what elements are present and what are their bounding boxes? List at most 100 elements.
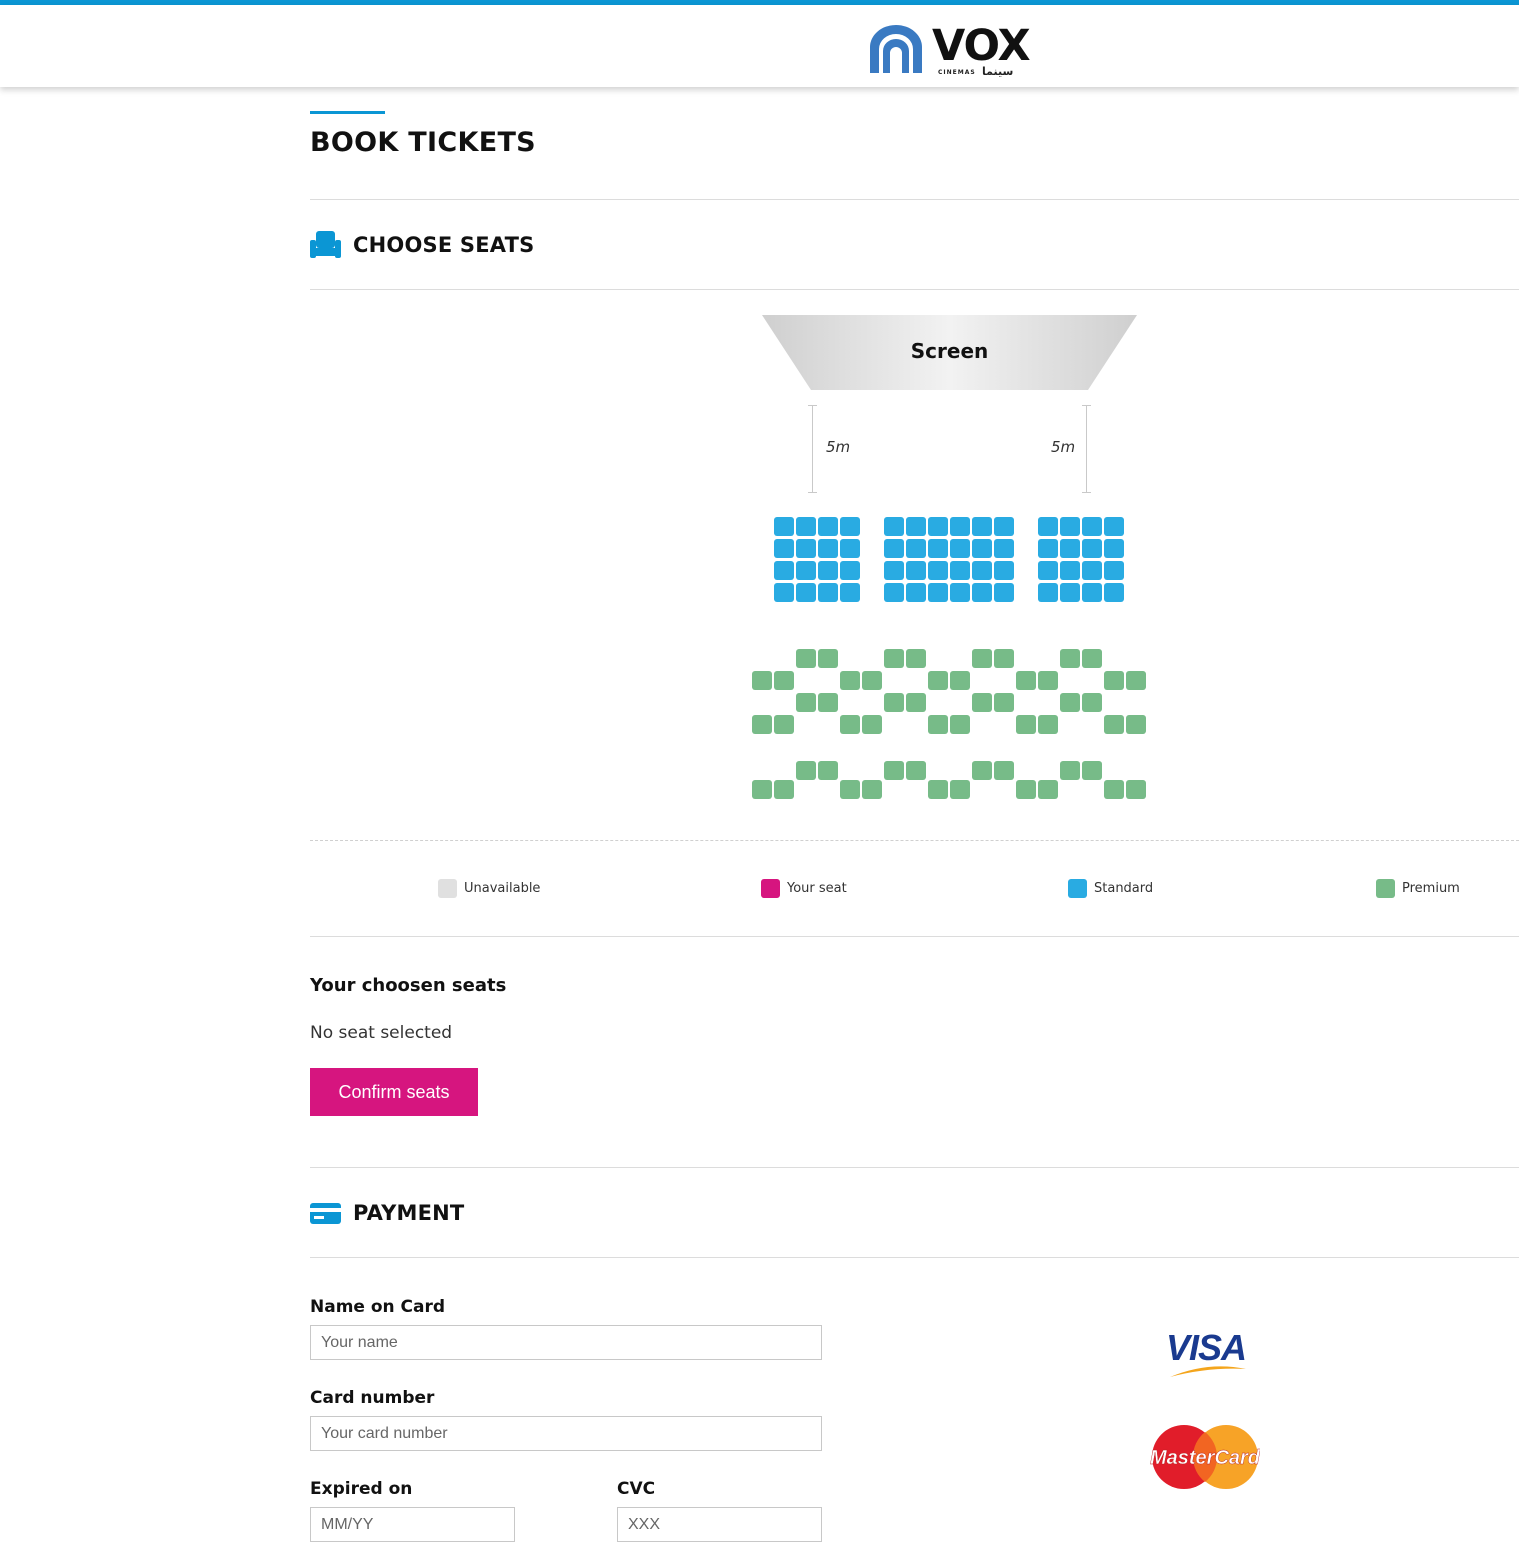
standard-seat[interactable] — [840, 583, 860, 602]
premium-seat[interactable] — [840, 780, 860, 799]
standard-seat[interactable] — [1104, 561, 1124, 580]
standard-seat[interactable] — [840, 539, 860, 558]
standard-seat[interactable] — [774, 517, 794, 536]
standard-seat[interactable] — [950, 517, 970, 536]
premium-seat[interactable] — [862, 780, 882, 799]
standard-seat[interactable] — [906, 539, 926, 558]
standard-seat[interactable] — [906, 583, 926, 602]
vox-logo[interactable]: VOX CINEMAS سينما — [868, 21, 1033, 83]
premium-seat[interactable] — [884, 649, 904, 668]
premium-seat[interactable] — [950, 715, 970, 734]
premium-seat[interactable] — [1104, 671, 1124, 690]
standard-seat[interactable] — [1038, 561, 1058, 580]
cvc-input[interactable] — [617, 1507, 822, 1542]
premium-seat[interactable] — [1082, 693, 1102, 712]
premium-seat[interactable] — [752, 671, 772, 690]
premium-seat[interactable] — [928, 671, 948, 690]
standard-seat[interactable] — [1082, 517, 1102, 536]
standard-seat[interactable] — [774, 561, 794, 580]
standard-seat[interactable] — [774, 583, 794, 602]
standard-seat[interactable] — [1038, 539, 1058, 558]
premium-seat[interactable] — [972, 693, 992, 712]
standard-seat[interactable] — [994, 561, 1014, 580]
premium-seat[interactable] — [774, 671, 794, 690]
standard-seat[interactable] — [796, 539, 816, 558]
premium-seat[interactable] — [1016, 671, 1036, 690]
premium-seat[interactable] — [928, 780, 948, 799]
premium-seat[interactable] — [862, 715, 882, 734]
premium-seat[interactable] — [1126, 715, 1146, 734]
standard-seat[interactable] — [906, 517, 926, 536]
premium-seat[interactable] — [1016, 715, 1036, 734]
premium-seat[interactable] — [1038, 715, 1058, 734]
card-number-input[interactable] — [310, 1416, 822, 1451]
standard-seat[interactable] — [1082, 561, 1102, 580]
standard-seat[interactable] — [972, 517, 992, 536]
confirm-seats-button[interactable]: Confirm seats — [310, 1068, 478, 1116]
premium-seat[interactable] — [840, 671, 860, 690]
premium-seat[interactable] — [994, 649, 1014, 668]
premium-seat[interactable] — [906, 693, 926, 712]
standard-seat[interactable] — [1082, 539, 1102, 558]
standard-seat[interactable] — [994, 583, 1014, 602]
standard-seat[interactable] — [774, 539, 794, 558]
standard-seat[interactable] — [1060, 539, 1080, 558]
standard-seat[interactable] — [972, 539, 992, 558]
premium-seat[interactable] — [774, 780, 794, 799]
standard-seat[interactable] — [928, 517, 948, 536]
premium-seat[interactable] — [1016, 780, 1036, 799]
premium-seat[interactable] — [818, 693, 838, 712]
premium-seat[interactable] — [906, 761, 926, 780]
premium-seat[interactable] — [884, 693, 904, 712]
standard-seat[interactable] — [950, 561, 970, 580]
standard-seat[interactable] — [1060, 561, 1080, 580]
standard-seat[interactable] — [818, 583, 838, 602]
premium-seat[interactable] — [796, 693, 816, 712]
premium-seat[interactable] — [796, 761, 816, 780]
premium-seat[interactable] — [752, 715, 772, 734]
premium-seat[interactable] — [950, 671, 970, 690]
premium-seat[interactable] — [774, 715, 794, 734]
standard-seat[interactable] — [1038, 583, 1058, 602]
premium-seat[interactable] — [862, 671, 882, 690]
premium-seat[interactable] — [752, 780, 772, 799]
premium-seat[interactable] — [840, 715, 860, 734]
premium-seat[interactable] — [1060, 761, 1080, 780]
standard-seat[interactable] — [884, 561, 904, 580]
standard-seat[interactable] — [906, 561, 926, 580]
standard-seat[interactable] — [1104, 517, 1124, 536]
standard-seat[interactable] — [884, 539, 904, 558]
standard-seat[interactable] — [928, 561, 948, 580]
standard-seat[interactable] — [840, 517, 860, 536]
standard-seat[interactable] — [1060, 517, 1080, 536]
premium-seat[interactable] — [818, 761, 838, 780]
premium-seat[interactable] — [928, 715, 948, 734]
standard-seat[interactable] — [1082, 583, 1102, 602]
premium-seat[interactable] — [1104, 715, 1124, 734]
standard-seat[interactable] — [972, 561, 992, 580]
standard-seat[interactable] — [950, 583, 970, 602]
premium-seat[interactable] — [972, 649, 992, 668]
standard-seat[interactable] — [1104, 539, 1124, 558]
premium-seat[interactable] — [994, 761, 1014, 780]
standard-seat[interactable] — [884, 583, 904, 602]
premium-seat[interactable] — [818, 649, 838, 668]
standard-seat[interactable] — [994, 517, 1014, 536]
standard-seat[interactable] — [950, 539, 970, 558]
premium-seat[interactable] — [1038, 671, 1058, 690]
premium-seat[interactable] — [1060, 649, 1080, 668]
standard-seat[interactable] — [1104, 583, 1124, 602]
standard-seat[interactable] — [818, 517, 838, 536]
standard-seat[interactable] — [928, 583, 948, 602]
standard-seat[interactable] — [884, 517, 904, 536]
standard-seat[interactable] — [928, 539, 948, 558]
standard-seat[interactable] — [796, 583, 816, 602]
premium-seat[interactable] — [1126, 671, 1146, 690]
name-on-card-input[interactable] — [310, 1325, 822, 1360]
premium-seat[interactable] — [1082, 649, 1102, 668]
standard-seat[interactable] — [972, 583, 992, 602]
premium-seat[interactable] — [796, 649, 816, 668]
standard-seat[interactable] — [796, 517, 816, 536]
premium-seat[interactable] — [950, 780, 970, 799]
premium-seat[interactable] — [1082, 761, 1102, 780]
